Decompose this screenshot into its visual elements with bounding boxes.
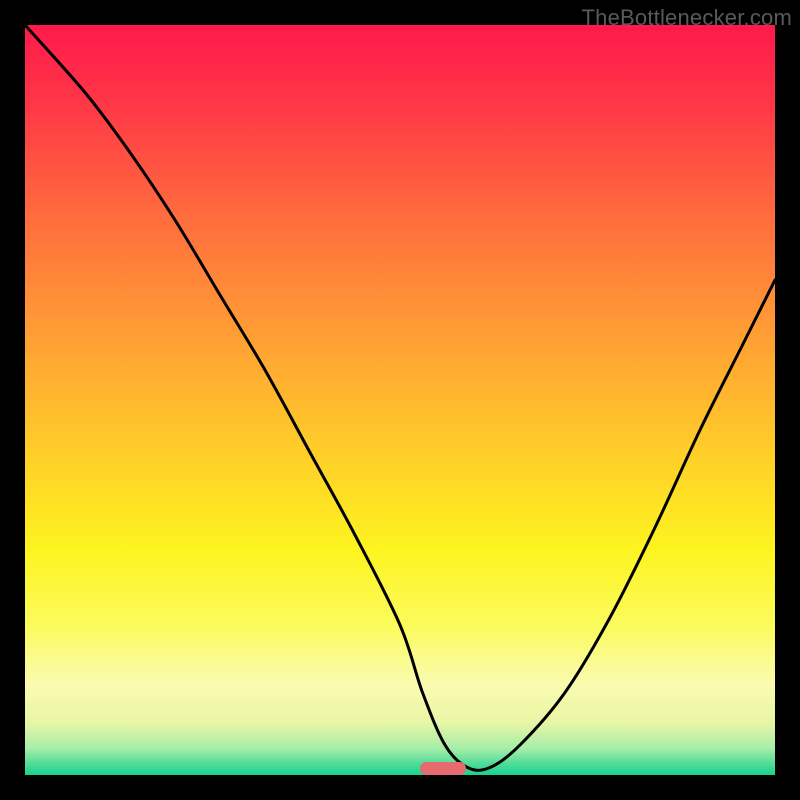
chart-container: TheBottlenecker.com (0, 0, 800, 800)
plot-area (25, 25, 775, 775)
watermark-label: TheBottlenecker.com (582, 5, 792, 31)
optimal-marker-pill (420, 762, 466, 775)
bottleneck-curve (25, 25, 775, 775)
